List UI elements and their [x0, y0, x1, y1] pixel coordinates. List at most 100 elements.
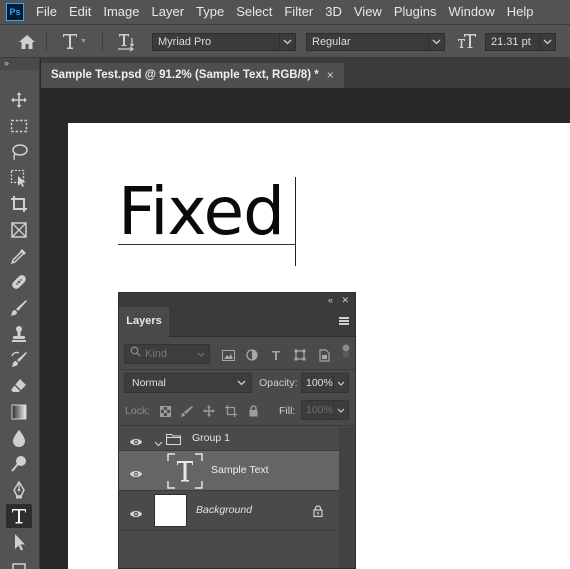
chevron-down-icon: [428, 33, 444, 51]
pen-icon[interactable]: [6, 478, 32, 502]
collapse-panel-icon[interactable]: «: [328, 293, 333, 307]
photoshop-window: Ps File Edit Image Layer Type Select Fil…: [0, 0, 570, 569]
type-tool-preset-icon[interactable]: [62, 32, 78, 55]
filter-kind-select[interactable]: Kind: [124, 344, 210, 364]
chevron-down-icon: [237, 374, 246, 392]
toolbar-collapse-button[interactable]: »: [0, 58, 39, 70]
type-tool-icon[interactable]: [6, 504, 32, 528]
lasso-icon[interactable]: [6, 140, 32, 164]
history-brush-icon[interactable]: [6, 348, 32, 372]
crop-icon[interactable]: [6, 192, 32, 216]
lock-label: Lock:: [125, 405, 151, 417]
filter-adjustment-icon[interactable]: [245, 348, 259, 362]
lock-position-icon[interactable]: [203, 405, 215, 417]
font-style-select[interactable]: Regular: [306, 33, 445, 51]
gradient-icon[interactable]: [6, 400, 32, 424]
frame-icon[interactable]: [6, 218, 32, 242]
menu-3d[interactable]: 3D: [319, 0, 348, 24]
font-size-value: 21.31 pt: [491, 36, 531, 48]
menu-file[interactable]: File: [30, 0, 63, 24]
clone-stamp-icon[interactable]: [6, 322, 32, 346]
font-style-value: Regular: [312, 36, 351, 48]
eraser-icon[interactable]: [6, 374, 32, 398]
visibility-eye-icon[interactable]: [129, 466, 143, 477]
lock-all-icon[interactable]: [247, 405, 259, 417]
opacity-label: Opacity:: [259, 377, 298, 389]
menu-help[interactable]: Help: [501, 0, 540, 24]
layers-scrollbar[interactable]: [339, 427, 355, 568]
menu-select[interactable]: Select: [230, 0, 278, 24]
text-baseline: [118, 244, 296, 245]
canvas-text-layer[interactable]: Fixed: [118, 173, 285, 250]
chevron-down-icon[interactable]: [154, 434, 163, 452]
visibility-eye-icon[interactable]: [129, 506, 143, 517]
divider: [119, 369, 355, 370]
layers-panel: « ✕ Layers Kind T Normal Opacity: 100% L…: [118, 292, 356, 569]
toggle-orientation-icon[interactable]: [116, 32, 136, 57]
font-family-select[interactable]: Myriad Pro: [152, 33, 296, 51]
document-tab-title: Sample Test.psd @ 91.2% (Sample Text, RG…: [51, 69, 319, 81]
fill-value: 100%: [306, 404, 333, 416]
healing-brush-icon[interactable]: [6, 270, 32, 294]
layer-row-group[interactable]: Group 1: [119, 426, 339, 451]
options-divider: [102, 33, 103, 51]
layer-name: Group 1: [192, 432, 230, 444]
filter-pixel-icon[interactable]: [221, 348, 235, 362]
layer-row-text[interactable]: Sample Text: [119, 451, 339, 491]
filter-shape-icon[interactable]: [293, 348, 307, 362]
text-layer-thumbnail-icon: [167, 453, 203, 494]
menu-view[interactable]: View: [348, 0, 388, 24]
home-icon[interactable]: [18, 34, 36, 55]
panel-tabs: Layers: [119, 307, 355, 337]
dodge-icon[interactable]: [6, 452, 32, 476]
lock-transparent-pixels-icon[interactable]: [159, 405, 171, 417]
visibility-eye-icon[interactable]: [129, 434, 143, 445]
folder-icon: [165, 432, 182, 450]
fill-label: Fill:: [279, 405, 296, 417]
chevron-down-icon: [279, 33, 295, 51]
filter-type-icon[interactable]: T: [269, 348, 283, 363]
close-panel-icon[interactable]: ✕: [341, 293, 349, 307]
filter-toggle-icon[interactable]: [339, 344, 353, 358]
menu-edit[interactable]: Edit: [63, 0, 97, 24]
opacity-input[interactable]: 100%: [301, 373, 349, 393]
layer-name: Sample Text: [211, 464, 269, 476]
filter-smart-object-icon[interactable]: [317, 348, 331, 362]
object-selection-icon[interactable]: [6, 166, 32, 190]
menu-filter[interactable]: Filter: [278, 0, 319, 24]
blend-row: Normal Opacity: 100%: [119, 371, 355, 395]
document-tab[interactable]: Sample Test.psd @ 91.2% (Sample Text, RG…: [41, 63, 344, 88]
path-selection-icon[interactable]: [6, 530, 32, 554]
fill-input[interactable]: 100%: [301, 400, 349, 420]
menu-layer[interactable]: Layer: [146, 0, 191, 24]
font-size-select[interactable]: 21.31 pt: [485, 33, 556, 51]
menu-plugins[interactable]: Plugins: [388, 0, 443, 24]
menu-type[interactable]: Type: [190, 0, 230, 24]
filter-kind-label: Kind: [145, 348, 168, 360]
lock-artboard-icon[interactable]: [225, 405, 237, 417]
preset-chevron-icon[interactable]: ▼: [80, 38, 87, 45]
blur-icon[interactable]: [6, 426, 32, 450]
options-bar: ▼ Myriad Pro Regular 21.31 pt: [0, 24, 570, 58]
eyedropper-icon[interactable]: [6, 244, 32, 268]
move-icon[interactable]: [6, 88, 32, 112]
blend-mode-value: Normal: [132, 377, 166, 389]
tab-layers[interactable]: Layers: [119, 307, 169, 337]
menu-image[interactable]: Image: [97, 0, 145, 24]
lock-icon: [313, 504, 323, 522]
photoshop-logo: Ps: [6, 3, 24, 21]
lock-row: Lock: Fill: 100%: [119, 398, 355, 422]
brush-icon[interactable]: [6, 296, 32, 320]
close-tab-icon[interactable]: ×: [327, 63, 334, 88]
layer-row-background[interactable]: Background: [119, 491, 339, 531]
blend-mode-select[interactable]: Normal: [124, 373, 252, 393]
rectangular-marquee-icon[interactable]: [6, 114, 32, 138]
menu-window[interactable]: Window: [442, 0, 500, 24]
panel-menu-icon[interactable]: [339, 317, 349, 325]
search-icon: [130, 345, 141, 363]
shape-icon[interactable]: [6, 556, 32, 569]
font-family-value: Myriad Pro: [158, 36, 212, 48]
chevron-down-icon: [539, 33, 555, 51]
lock-image-pixels-icon[interactable]: [181, 405, 193, 417]
tools-panel: »: [0, 58, 40, 569]
